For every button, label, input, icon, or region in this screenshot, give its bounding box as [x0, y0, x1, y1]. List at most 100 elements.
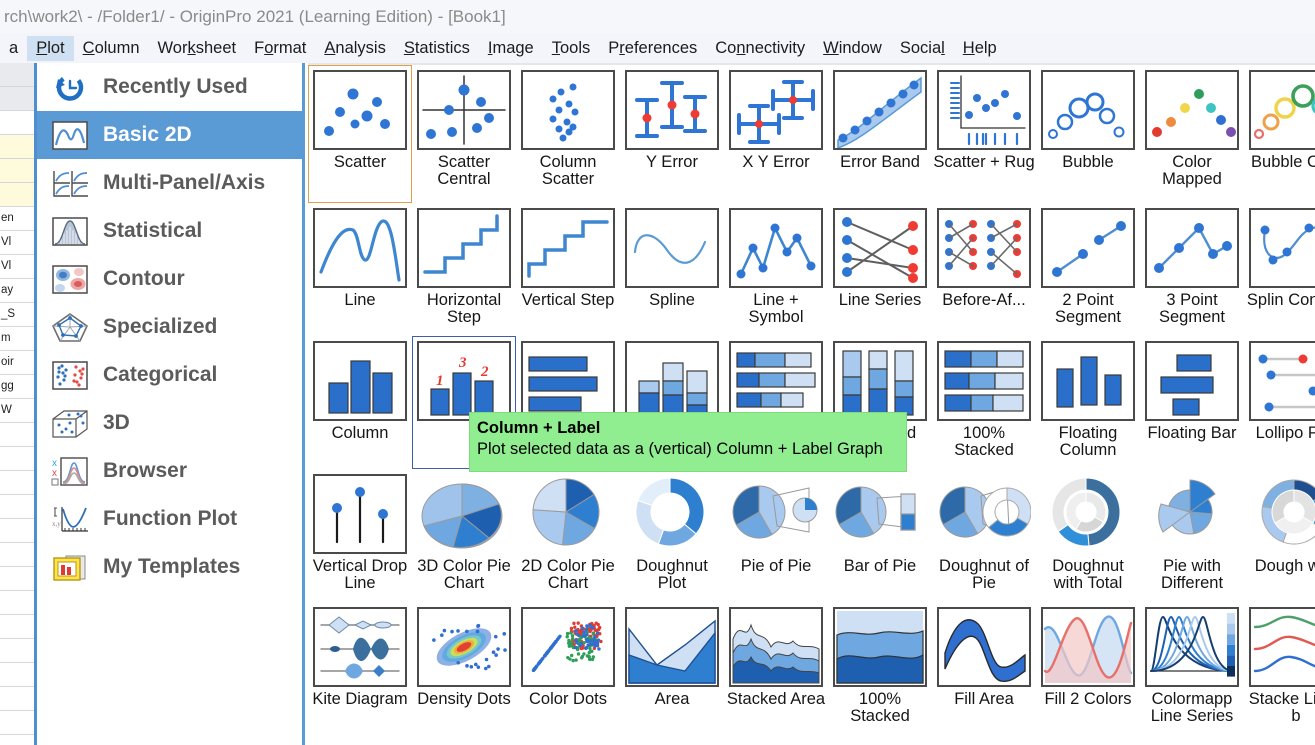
menu-item-help[interactable]: Help	[954, 36, 1006, 61]
sidebar-item-recently-used[interactable]: Recently Used	[37, 63, 302, 111]
menu-item-social[interactable]: Social	[891, 36, 954, 61]
plot-type-scatter[interactable]: Scatter	[308, 65, 412, 203]
pct100-column-thumbnail	[833, 341, 927, 421]
plot-type-area[interactable]: Area	[620, 602, 724, 735]
sidebar-item-statistical[interactable]: Statistical	[37, 207, 302, 255]
plot-type-doughnut-with[interactable]: Dough with	[1244, 469, 1315, 602]
plot-type-density-dots[interactable]: Density Dots	[412, 602, 516, 735]
worksheet-cell: oir	[0, 351, 34, 375]
plot-type-pct100-bar[interactable]: 100% Stacked	[932, 336, 1036, 469]
plot-type-stacked-lines[interactable]: Stacke Lines b	[1244, 602, 1315, 735]
plot-type-h-step[interactable]: Horizontal Step	[412, 203, 516, 336]
plot-type-label: Lollipo Plot	[1245, 425, 1315, 442]
plot-type-label: Stacke Lines b	[1245, 691, 1315, 726]
browser-curves-icon: xx	[50, 455, 90, 487]
radar-pentagon-icon	[50, 311, 90, 343]
plot-type-color-dots[interactable]: Color Dots	[516, 602, 620, 735]
menu-item-worksheet[interactable]: Worksheet	[149, 36, 246, 61]
menu-item-a[interactable]: a	[0, 36, 27, 61]
worksheet-cell	[0, 447, 34, 471]
plot-type-doughnut-of-pie[interactable]: Doughnut of Pie	[932, 469, 1036, 602]
sidebar-item-contour[interactable]: Contour	[37, 255, 302, 303]
sidebar-item-basic-2d[interactable]: Basic 2D	[37, 111, 302, 159]
worksheet-cell	[0, 543, 34, 567]
plot-type-line[interactable]: Line	[308, 203, 412, 336]
plot-type-bar-of-pie[interactable]: Bar of Pie	[828, 469, 932, 602]
sidebar-item-function-plot[interactable]: x,y Function Plot	[37, 495, 302, 543]
sidebar-item-label: Multi-Panel/Axis	[103, 171, 265, 195]
menu-item-image[interactable]: Image	[479, 36, 543, 61]
worksheet-cell	[0, 519, 34, 543]
plot-type-xy-error[interactable]: X Y Error	[724, 65, 828, 203]
plot-type-label: Spline	[621, 292, 723, 309]
plot-type-column-scatter[interactable]: Column Scatter	[516, 65, 620, 203]
plot-type-kite[interactable]: Kite Diagram	[308, 602, 412, 735]
plot-type-pie-different[interactable]: Pie with Different	[1140, 469, 1244, 602]
sidebar-item-specialized[interactable]: Specialized	[37, 303, 302, 351]
plot-type-fill-area[interactable]: Fill Area	[932, 602, 1036, 735]
sidebar-item-my-templates[interactable]: My Templates	[37, 543, 302, 591]
plot-type-label: Y Error	[621, 154, 723, 171]
area-thumbnail	[625, 607, 719, 687]
plot-type-pct100-area[interactable]: 100% Stacked	[828, 602, 932, 735]
plot-type-column[interactable]: Column	[308, 336, 412, 469]
color-dots-thumbnail	[521, 607, 615, 687]
menu-item-plot[interactable]: Plot	[27, 36, 73, 61]
plot-type-doughnut-total[interactable]: Doughnut with Total	[1036, 469, 1140, 602]
plot-type-drop-line[interactable]: Vertical Drop Line	[308, 469, 412, 602]
plot-type-label: Line Series	[829, 292, 931, 309]
plot-type-line-symbol[interactable]: Line + Symbol	[724, 203, 828, 336]
plot-type-spline[interactable]: Spline	[620, 203, 724, 336]
plot-type-before-after[interactable]: Before-Af...	[932, 203, 1036, 336]
plot-type-bubble-color[interactable]: Bubble Colo	[1244, 65, 1315, 203]
menu-item-connectivity[interactable]: Connectivity	[706, 36, 814, 61]
menu-item-preferences[interactable]: Preferences	[599, 36, 706, 61]
plot-type-line-series[interactable]: Line Series	[828, 203, 932, 336]
menu-item-format[interactable]: Format	[245, 36, 315, 61]
plot-type-colormapped-series[interactable]: Colormapp Line Series	[1140, 602, 1244, 735]
sidebar-item-categorical[interactable]: Categorical	[37, 351, 302, 399]
menu-accelerator: P	[36, 39, 47, 57]
sidebar-item-label: Basic 2D	[103, 123, 192, 147]
svg-text:3: 3	[458, 355, 467, 371]
plot-type-scatter-central[interactable]: Scatter Central	[412, 65, 516, 203]
density-dots-thumbnail	[417, 607, 511, 687]
plot-type-label: Column	[309, 425, 411, 442]
stacked-lines-thumbnail	[1249, 607, 1315, 687]
worksheet-cell	[0, 495, 34, 519]
plot-type-two-point-seg[interactable]: 2 Point Segment	[1036, 203, 1140, 336]
menu-item-analysis[interactable]: Analysis	[315, 36, 394, 61]
sidebar-item-browser[interactable]: x x Browser	[37, 447, 302, 495]
plot-type-bubble[interactable]: Bubble	[1036, 65, 1140, 203]
menu-item-statistics[interactable]: Statistics	[395, 36, 479, 61]
line-symbol-thumbnail	[729, 208, 823, 288]
plot-type-label: Fill Area	[933, 691, 1035, 708]
plot-type-lollipop[interactable]: Lollipo Plot	[1244, 336, 1315, 469]
plot-type-error-band[interactable]: Error Band	[828, 65, 932, 203]
plot-type-scatter-rug[interactable]: Scatter + Rug	[932, 65, 1036, 203]
plot-type-spline-connected[interactable]: Splin Connec	[1244, 203, 1315, 336]
plot-type-doughnut[interactable]: Doughnut Plot	[620, 469, 724, 602]
plot-type-pie2d[interactable]: 2D Color Pie Chart	[516, 469, 620, 602]
plot-type-y-error[interactable]: Y Error	[620, 65, 724, 203]
plot-type-v-step[interactable]: Vertical Step	[516, 203, 620, 336]
worksheet-cell: ay	[0, 279, 34, 303]
plot-type-floating-bar[interactable]: Floating Bar	[1140, 336, 1244, 469]
plot-type-pie-of-pie[interactable]: Pie of Pie	[724, 469, 828, 602]
plot-type-stacked-area[interactable]: Stacked Area	[724, 602, 828, 735]
floating-column-thumbnail	[1041, 341, 1135, 421]
plot-type-floating-column[interactable]: Floating Column	[1036, 336, 1140, 469]
menu-item-tools[interactable]: Tools	[543, 36, 600, 61]
sidebar-item-multi-panel-axis[interactable]: Multi-Panel/Axis	[37, 159, 302, 207]
menu-item-window[interactable]: Window	[814, 36, 891, 61]
plot-type-color-mapped[interactable]: Color Mapped	[1140, 65, 1244, 203]
sidebar-item-label: 3D	[103, 411, 130, 435]
menu-item-column[interactable]: Column	[74, 36, 149, 61]
plot-type-pie3d[interactable]: 3D Color Pie Chart	[412, 469, 516, 602]
plot-type-label: Bubble Colo	[1245, 154, 1315, 171]
plot-row: Kite Diagram Density Dots Color Dots Area St…	[308, 602, 1315, 735]
sidebar-item-3d[interactable]: 3D	[37, 399, 302, 447]
plot-type-label: Line	[309, 292, 411, 309]
plot-type-fill2colors[interactable]: Fill 2 Colors	[1036, 602, 1140, 735]
plot-type-three-point-seg[interactable]: 3 Point Segment	[1140, 203, 1244, 336]
